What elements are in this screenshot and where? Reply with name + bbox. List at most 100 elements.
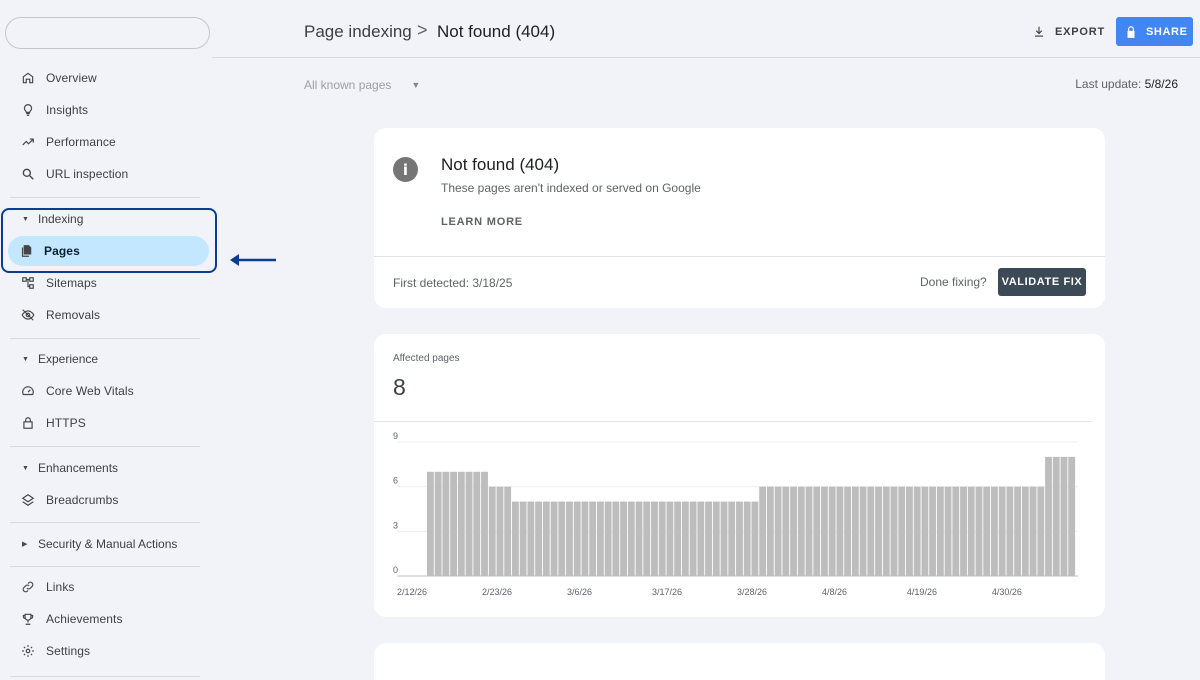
chart-bar[interactable] bbox=[442, 471, 450, 576]
chart-bar[interactable] bbox=[465, 471, 473, 576]
chart-bar[interactable] bbox=[1006, 486, 1014, 576]
chart-bar[interactable] bbox=[481, 471, 488, 576]
chart-bar[interactable] bbox=[612, 501, 620, 576]
chart-bar[interactable] bbox=[983, 486, 991, 576]
chart-bar[interactable] bbox=[643, 501, 651, 576]
sidebar-item-breadcrumbs[interactable]: Breadcrumbs bbox=[10, 485, 210, 515]
chart-bar[interactable] bbox=[867, 486, 875, 576]
chart-bar[interactable] bbox=[991, 486, 998, 576]
chart-bar[interactable] bbox=[1045, 456, 1052, 576]
chart-bar[interactable] bbox=[504, 486, 512, 576]
chart-bar[interactable] bbox=[689, 501, 697, 576]
chart-bar[interactable] bbox=[511, 501, 519, 576]
chart-bar[interactable] bbox=[929, 486, 937, 576]
chart-bar[interactable] bbox=[1029, 486, 1037, 576]
chart-bar[interactable] bbox=[434, 471, 442, 576]
learn-more-link[interactable]: LEARN MORE bbox=[441, 216, 523, 228]
chart-bar[interactable] bbox=[975, 486, 983, 576]
chart-bar[interactable] bbox=[519, 501, 527, 576]
chart-bar[interactable] bbox=[805, 486, 813, 576]
chart-bar[interactable] bbox=[558, 501, 566, 576]
chart-bar[interactable] bbox=[1060, 456, 1068, 576]
chart-bar[interactable] bbox=[936, 486, 944, 576]
chart-bar[interactable] bbox=[651, 501, 658, 576]
pages-filter-dropdown[interactable]: All known pages ▼ bbox=[304, 78, 420, 92]
chart-bar[interactable] bbox=[851, 486, 859, 576]
chart-bar[interactable] bbox=[898, 486, 906, 576]
chart-bar[interactable] bbox=[759, 486, 767, 576]
chart-bar[interactable] bbox=[921, 486, 929, 576]
sidebar-item-url-inspection[interactable]: URL inspection bbox=[10, 159, 210, 189]
chart-bar[interactable] bbox=[427, 471, 434, 576]
section-experience[interactable]: ▼ Experience bbox=[10, 347, 210, 371]
chart-bar[interactable] bbox=[581, 501, 589, 576]
chart-bar[interactable] bbox=[1052, 456, 1060, 576]
chart-bar[interactable] bbox=[875, 486, 882, 576]
chart-bar[interactable] bbox=[1068, 456, 1076, 576]
chart-bar[interactable] bbox=[821, 486, 828, 576]
sidebar-item-overview[interactable]: Overview bbox=[10, 63, 210, 93]
sidebar-item-achievements[interactable]: Achievements bbox=[10, 604, 210, 634]
sidebar-item-links[interactable]: Links bbox=[10, 572, 210, 602]
chart-bar[interactable] bbox=[573, 501, 581, 576]
chart-bar[interactable] bbox=[736, 501, 743, 576]
chart-bar[interactable] bbox=[790, 486, 797, 576]
chart-bar[interactable] bbox=[620, 501, 627, 576]
chart-bar[interactable] bbox=[998, 486, 1006, 576]
chart-bar[interactable] bbox=[967, 486, 975, 576]
chart-bar[interactable] bbox=[697, 501, 705, 576]
section-security[interactable]: ▶ Security & Manual Actions bbox=[10, 532, 210, 556]
export-button[interactable]: EXPORT bbox=[1032, 20, 1105, 44]
sidebar-item-settings[interactable]: Settings bbox=[10, 636, 210, 666]
chart-bar[interactable] bbox=[774, 486, 782, 576]
chart-bar[interactable] bbox=[535, 501, 542, 576]
chart-bar[interactable] bbox=[797, 486, 805, 576]
chart-bar[interactable] bbox=[1037, 486, 1045, 576]
sidebar-item-https[interactable]: HTTPS bbox=[10, 408, 210, 438]
chart-bar[interactable] bbox=[766, 486, 774, 576]
chart-bar[interactable] bbox=[457, 471, 465, 576]
chart-bar[interactable] bbox=[913, 486, 921, 576]
chart-bar[interactable] bbox=[828, 486, 836, 576]
chart-bar[interactable] bbox=[542, 501, 550, 576]
share-button[interactable]: SHARE bbox=[1116, 17, 1193, 46]
chart-bar[interactable] bbox=[712, 501, 720, 576]
chart-bar[interactable] bbox=[813, 486, 821, 576]
breadcrumb-parent[interactable]: Page indexing bbox=[304, 22, 412, 42]
chart-bar[interactable] bbox=[658, 501, 666, 576]
chart-bar[interactable] bbox=[527, 501, 535, 576]
chart-bar[interactable] bbox=[960, 486, 967, 576]
chart-bar[interactable] bbox=[496, 486, 504, 576]
chart-bar[interactable] bbox=[666, 501, 674, 576]
chart-bar[interactable] bbox=[589, 501, 597, 576]
chart-bar[interactable] bbox=[596, 501, 604, 576]
chart-bar[interactable] bbox=[705, 501, 712, 576]
chart-bar[interactable] bbox=[1014, 486, 1022, 576]
chart-bar[interactable] bbox=[751, 501, 759, 576]
chart-bar[interactable] bbox=[627, 501, 635, 576]
chart-bar[interactable] bbox=[604, 501, 612, 576]
chart-bar[interactable] bbox=[906, 486, 913, 576]
sidebar-item-insights[interactable]: Insights bbox=[10, 95, 210, 125]
chart-bar[interactable] bbox=[550, 501, 558, 576]
chart-bar[interactable] bbox=[844, 486, 852, 576]
chart-bar[interactable] bbox=[890, 486, 898, 576]
chart-bar[interactable] bbox=[635, 501, 643, 576]
chart-bar[interactable] bbox=[488, 486, 496, 576]
sidebar-item-performance[interactable]: Performance bbox=[10, 127, 210, 157]
chart-bar[interactable] bbox=[728, 501, 736, 576]
chart-bar[interactable] bbox=[566, 501, 573, 576]
chart-bar[interactable] bbox=[836, 486, 844, 576]
sidebar-item-removals[interactable]: Removals bbox=[10, 300, 210, 330]
chart-bar[interactable] bbox=[944, 486, 952, 576]
chart-bar[interactable] bbox=[720, 501, 728, 576]
chart-bar[interactable] bbox=[681, 501, 689, 576]
chart-bar[interactable] bbox=[743, 501, 751, 576]
section-enhancements[interactable]: ▼ Enhancements bbox=[10, 456, 210, 480]
search-input[interactable] bbox=[5, 17, 210, 49]
chart-bar[interactable] bbox=[882, 486, 890, 576]
chart-bar[interactable] bbox=[1021, 486, 1029, 576]
chart-bar[interactable] bbox=[450, 471, 458, 576]
chart-bar[interactable] bbox=[952, 486, 960, 576]
chart-bar[interactable] bbox=[859, 486, 867, 576]
